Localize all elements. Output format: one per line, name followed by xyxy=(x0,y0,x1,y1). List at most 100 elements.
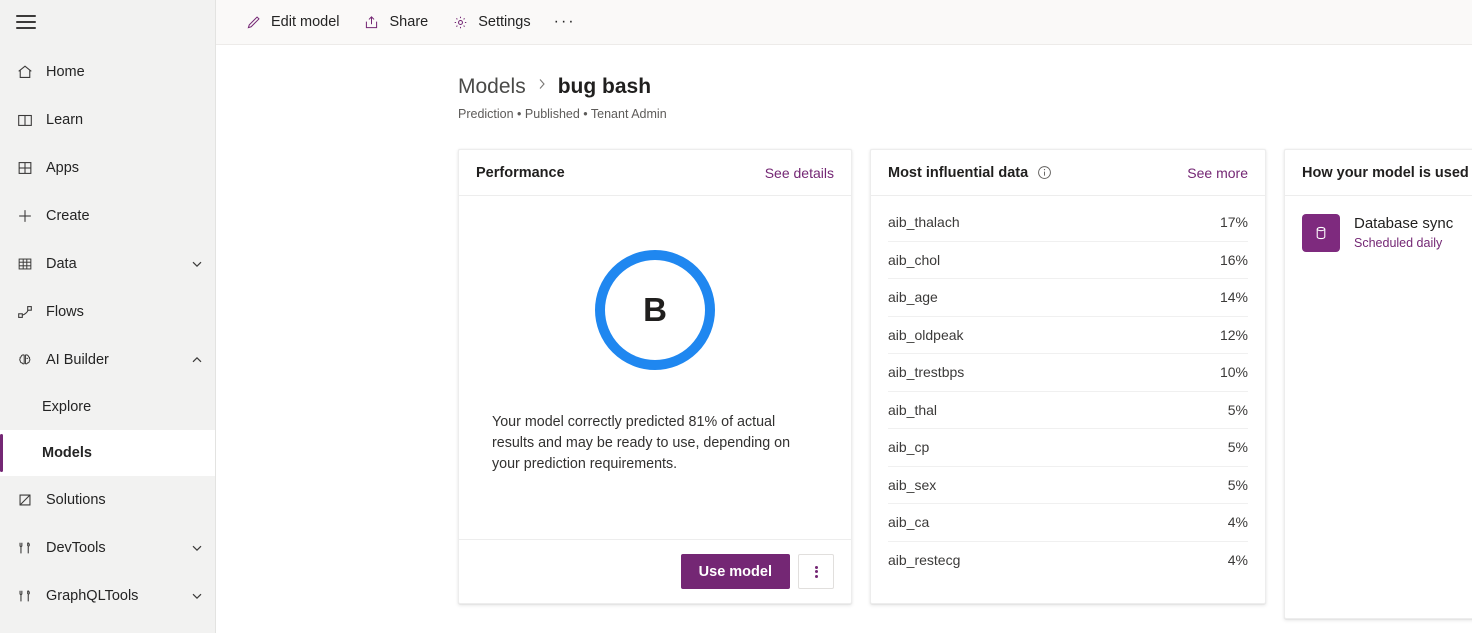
sidebar-item-models[interactable]: Models xyxy=(0,430,215,476)
overflow-dots-icon: ··· xyxy=(554,13,576,31)
sidebar-item-ai-builder[interactable]: AI Builder xyxy=(0,336,215,384)
info-icon[interactable] xyxy=(1036,165,1052,181)
tools-icon xyxy=(12,584,38,608)
pencil-icon xyxy=(243,13,263,31)
sidebar-item-flows[interactable]: Flows xyxy=(0,288,215,336)
influential-field-name: aib_sex xyxy=(888,477,1228,493)
influential-field-value: 5% xyxy=(1228,477,1248,493)
sidebar-item-apps[interactable]: Apps xyxy=(0,144,215,192)
sidebar-item-home[interactable]: Home xyxy=(0,48,215,96)
breadcrumb-separator-icon xyxy=(536,77,548,91)
usage-item-name: Database sync xyxy=(1354,214,1453,234)
home-icon xyxy=(12,60,38,84)
edit-model-label: Edit model xyxy=(271,14,340,30)
most-influential-data-card: Most influential data See more aib_thala… xyxy=(870,149,1266,604)
sidebar-item-label: Learn xyxy=(46,112,205,128)
performance-more-options-button[interactable] xyxy=(798,554,834,589)
gear-icon xyxy=(450,13,470,31)
page-header: Models bug bash Prediction • Published •… xyxy=(216,45,1472,121)
list-item[interactable]: aib_thalach 17% xyxy=(888,204,1248,242)
influential-field-name: aib_trestbps xyxy=(888,364,1220,380)
overflow-menu-button[interactable]: ··· xyxy=(544,5,586,39)
list-item[interactable]: aib_thal 5% xyxy=(888,392,1248,430)
book-icon xyxy=(12,108,38,132)
influential-card-header: Most influential data See more xyxy=(871,150,1265,196)
breadcrumb-parent-link[interactable]: Models xyxy=(458,75,526,99)
tools-icon xyxy=(12,536,38,560)
how-model-is-used-card: How your model is used Database sync Sch xyxy=(1284,149,1472,619)
sidebar-item-graphqltools[interactable]: GraphQLTools xyxy=(0,572,215,620)
sidebar: Home Learn Apps xyxy=(0,0,216,633)
use-model-button[interactable]: Use model xyxy=(681,554,790,589)
share-icon xyxy=(362,13,382,31)
influential-field-value: 5% xyxy=(1228,402,1248,418)
list-item[interactable]: aib_age 14% xyxy=(888,279,1248,317)
list-item[interactable]: aib_cp 5% xyxy=(888,429,1248,467)
sidebar-item-label: Explore xyxy=(42,399,205,415)
influential-field-name: aib_thalach xyxy=(888,214,1220,230)
settings-button[interactable]: Settings xyxy=(441,5,539,39)
usage-list-item[interactable]: Database sync Scheduled daily xyxy=(1302,214,1472,252)
table-icon xyxy=(12,252,38,276)
sidebar-item-label: Data xyxy=(46,256,189,272)
sidebar-item-explore[interactable]: Explore xyxy=(0,384,215,430)
sidebar-item-label: DevTools xyxy=(46,540,189,556)
sidebar-item-data[interactable]: Data xyxy=(0,240,215,288)
sidebar-item-devtools[interactable]: DevTools xyxy=(0,524,215,572)
influential-field-value: 5% xyxy=(1228,439,1248,455)
chevron-up-icon[interactable] xyxy=(189,352,205,368)
app-root: Home Learn Apps xyxy=(0,0,1472,633)
command-bar: Edit model Share Settings xyxy=(216,0,1472,45)
influential-field-value: 14% xyxy=(1220,289,1248,305)
usage-card-title: How your model is used xyxy=(1302,165,1469,181)
performance-grade-ring: B xyxy=(595,250,715,370)
sidebar-item-create[interactable]: Create xyxy=(0,192,215,240)
influential-field-value: 12% xyxy=(1220,327,1248,343)
influential-field-name: aib_ca xyxy=(888,514,1228,530)
sidebar-item-learn[interactable]: Learn xyxy=(0,96,215,144)
hamburger-icon xyxy=(16,15,36,29)
hamburger-menu-button[interactable] xyxy=(2,0,50,44)
brain-icon xyxy=(12,348,38,372)
influential-field-name: aib_restecg xyxy=(888,552,1228,568)
influential-data-list: aib_thalach 17% aib_chol 16% aib_age 14%… xyxy=(871,196,1265,603)
main-content: Edit model Share Settings xyxy=(216,0,1472,633)
performance-card-title: Performance xyxy=(476,165,565,181)
performance-grade-value: B xyxy=(643,291,667,329)
sidebar-item-solutions[interactable]: Solutions xyxy=(0,476,215,524)
influential-field-value: 4% xyxy=(1228,552,1248,568)
database-icon xyxy=(1302,214,1340,252)
sidebar-item-label: Apps xyxy=(46,160,205,176)
performance-card: Performance See details B Your model cor… xyxy=(458,149,852,604)
list-item[interactable]: aib_restecg 4% xyxy=(888,542,1248,580)
apps-grid-icon xyxy=(12,156,38,180)
see-more-link[interactable]: See more xyxy=(1187,165,1248,181)
list-item[interactable]: aib_oldpeak 12% xyxy=(888,317,1248,355)
breadcrumb: Models bug bash xyxy=(458,75,1472,99)
edit-model-button[interactable]: Edit model xyxy=(234,5,349,39)
list-item[interactable]: aib_sex 5% xyxy=(888,467,1248,505)
list-item[interactable]: aib_ca 4% xyxy=(888,504,1248,542)
list-item[interactable]: aib_chol 16% xyxy=(888,242,1248,280)
sidebar-nav: Home Learn Apps xyxy=(0,48,215,620)
influential-field-name: aib_chol xyxy=(888,252,1220,268)
page-subtitle: Prediction • Published • Tenant Admin xyxy=(458,107,1472,121)
see-details-link[interactable]: See details xyxy=(765,165,834,181)
list-item[interactable]: aib_trestbps 10% xyxy=(888,354,1248,392)
chevron-down-icon[interactable] xyxy=(189,540,205,556)
settings-label: Settings xyxy=(478,14,530,30)
share-button[interactable]: Share xyxy=(353,5,438,39)
performance-card-body: B Your model correctly predicted 81% of … xyxy=(459,196,851,539)
chevron-down-icon[interactable] xyxy=(189,588,205,604)
usage-card-body: Database sync Scheduled daily xyxy=(1285,196,1472,270)
chevron-down-icon[interactable] xyxy=(189,256,205,272)
plus-icon xyxy=(12,204,38,228)
influential-card-title: Most influential data xyxy=(888,165,1028,181)
influential-field-name: aib_oldpeak xyxy=(888,327,1220,343)
grade-ring-wrapper: B xyxy=(476,250,834,370)
sidebar-item-label: Create xyxy=(46,208,205,224)
sidebar-item-label: Flows xyxy=(46,304,205,320)
flows-icon xyxy=(12,300,38,324)
influential-field-value: 4% xyxy=(1228,514,1248,530)
influential-field-value: 17% xyxy=(1220,214,1248,230)
